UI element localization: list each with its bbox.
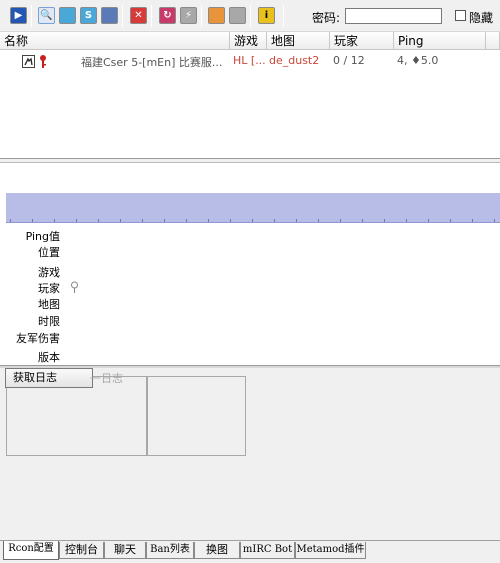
tab-mirc-bot[interactable]: mIRC Bot (240, 542, 295, 559)
info-icon[interactable]: i (258, 7, 275, 24)
graph-tick (494, 219, 495, 222)
key-icon (39, 54, 47, 69)
log-box-right (147, 376, 246, 456)
bottom-tabs: Rcon配置 控制台 聊天 Ban列表 换图 mIRC Bot Metamod插… (0, 540, 500, 563)
log-ghost-label: 一日志 (90, 372, 123, 385)
refresh-list-icon[interactable]: S (80, 7, 97, 24)
toolbar-separator (122, 5, 123, 27)
graph-tick (186, 219, 187, 222)
info-label-timelimit: 时限 (38, 315, 60, 328)
graph-tick (76, 219, 77, 222)
column-header-map[interactable]: 地图 (267, 32, 330, 50)
toolbar-separator (250, 5, 251, 27)
column-header-players[interactable]: 玩家 (330, 32, 394, 50)
info-label-version: 版本 (38, 351, 60, 364)
info-label-friendlyfire: 友军伤害 (16, 332, 60, 345)
server-map: de_dust2 (269, 54, 320, 67)
rcon-panel: 获取日志 一日志 (0, 368, 500, 540)
connect-icon[interactable]: ⚡ (180, 7, 197, 24)
tab-rcon-config[interactable]: Rcon配置 (3, 541, 59, 560)
toolbar-separator (201, 5, 202, 27)
graph-tick (450, 219, 451, 222)
search-icon[interactable]: 🔍 (38, 7, 55, 24)
server-list-icon[interactable] (59, 7, 76, 24)
ping-graph-band (6, 193, 500, 223)
tab-chat[interactable]: 聊天 (104, 542, 146, 559)
column-header-ping[interactable]: Ping (394, 32, 486, 50)
graph-tick (164, 219, 165, 222)
export-icon[interactable] (208, 7, 225, 24)
graph-tick (340, 219, 341, 222)
info-label-location: 位置 (38, 246, 60, 259)
graph-tick (274, 219, 275, 222)
ping-graph (0, 163, 500, 225)
server-players: 0 / 12 (333, 54, 365, 67)
graph-tick (318, 219, 319, 222)
player-icon[interactable] (101, 7, 118, 24)
refresh-icon[interactable]: ↻ (159, 7, 176, 24)
server-info-panel: Ping值 位置 游戏 玩家 地图 时限 友军伤害 版本 (0, 225, 500, 365)
toolbar-separator (31, 5, 32, 27)
graph-tick (252, 219, 253, 222)
info-label-game: 游戏 (38, 266, 60, 279)
graph-tick (296, 219, 297, 222)
toolbar-separator (283, 5, 284, 27)
graph-tick (208, 219, 209, 222)
lock-icon (22, 55, 35, 68)
tab-ban-list[interactable]: Ban列表 (146, 542, 194, 559)
lens-icon (70, 281, 79, 294)
server-ping: 4, ♦5.0 (397, 54, 439, 67)
play-icon[interactable]: ▶ (10, 7, 27, 24)
info-label-map: 地图 (38, 298, 60, 311)
graph-tick (32, 219, 33, 222)
graph-tick (472, 219, 473, 222)
graph-tick (406, 219, 407, 222)
info-label-ping: Ping值 (25, 230, 60, 243)
tools-icon[interactable] (229, 7, 246, 24)
hide-label: 隐藏 (469, 11, 494, 25)
info-label-players: 玩家 (38, 282, 60, 295)
column-header-game[interactable]: 游戏 (230, 32, 267, 50)
tab-console[interactable]: 控制台 (59, 542, 104, 559)
graph-tick (428, 219, 429, 222)
delete-icon[interactable]: ✕ (130, 7, 147, 24)
graph-tick (142, 219, 143, 222)
fetch-log-button[interactable]: 获取日志 (5, 368, 93, 388)
tab-metamod[interactable]: Metamod插件 (295, 542, 366, 559)
log-box-left (6, 376, 147, 456)
tab-change-map[interactable]: 换图 (194, 542, 240, 559)
server-list: 名称 游戏 地图 玩家 Ping 福建Cser 5-[mEn] 比赛服... H… (0, 32, 500, 159)
graph-tick (362, 219, 363, 222)
column-header-filler (486, 32, 500, 50)
server-name: 福建Cser 5-[mEn] 比赛服... (81, 56, 223, 69)
password-input[interactable] (345, 8, 442, 24)
graph-tick (120, 219, 121, 222)
graph-tick (54, 219, 55, 222)
graph-tick (230, 219, 231, 222)
toolbar: ▶ 🔍 S ✕ ↻ ⚡ i 密码: 隐藏 (0, 0, 500, 32)
toolbar-separator (151, 5, 152, 27)
server-game: HL [... (233, 54, 266, 67)
password-label: 密码: (312, 11, 341, 25)
graph-tick (98, 219, 99, 222)
hide-checkbox[interactable] (455, 10, 466, 21)
server-row[interactable]: 福建Cser 5-[mEn] 比赛服... HL [... de_dust2 0… (0, 52, 500, 70)
graph-tick (10, 219, 11, 222)
graph-tick (384, 219, 385, 222)
column-header-name[interactable]: 名称 (0, 32, 230, 50)
